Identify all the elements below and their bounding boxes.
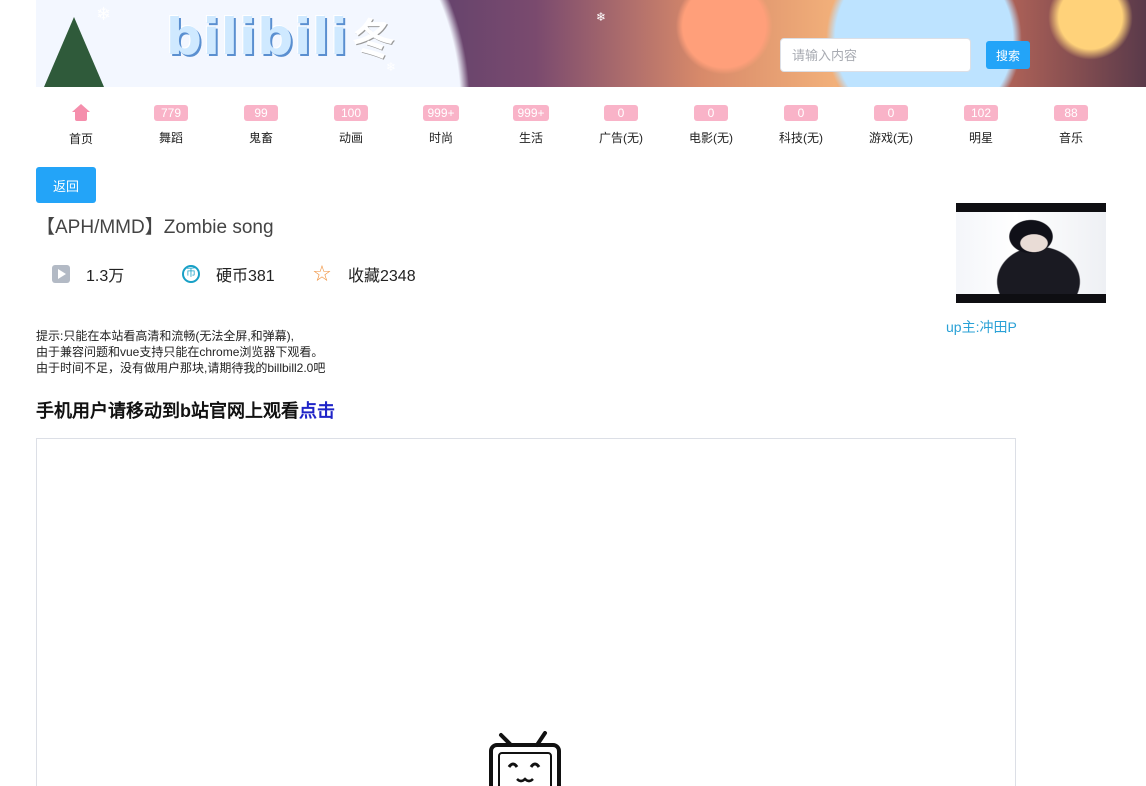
count-badge: 102: [964, 105, 998, 121]
play-count-stat: 1.3万: [52, 262, 162, 286]
nav-item-tech[interactable]: 0 科技(无): [756, 100, 846, 150]
count-badge: 779: [154, 105, 188, 121]
snowflake-icon: ❄: [96, 4, 112, 24]
bilibili-tv-icon: [489, 731, 561, 786]
nav-item-movie[interactable]: 0 电影(无): [666, 100, 756, 150]
search-button[interactable]: 搜索: [986, 41, 1030, 69]
mobile-hint-text: 手机用户请移动到b站官网上观看: [36, 401, 299, 421]
header-banner: ❄ ❄ ❄ bilibili冬 搜索: [36, 0, 1146, 87]
nav-item-kichiku[interactable]: 99 鬼畜: [216, 100, 306, 150]
nav-item-dance[interactable]: 779 舞蹈: [126, 100, 216, 150]
nav-item-ads[interactable]: 0 广告(无): [576, 100, 666, 150]
favorite-count: 收藏2348: [348, 268, 416, 285]
count-badge: 0: [604, 105, 638, 121]
tips-text: 提示:只能在本站看高清和流畅(无法全屏,和弹幕), 由于兼容问题和vue支持只能…: [36, 328, 325, 376]
mobile-hint-link[interactable]: 点击: [299, 401, 335, 421]
count-badge: 0: [694, 105, 728, 121]
nav-label: 生活: [518, 131, 543, 145]
favorite-stat: ☆ 收藏2348: [312, 261, 416, 286]
video-title: 【APH/MMD】Zombie song: [36, 217, 274, 238]
logo-suffix: 冬: [352, 15, 396, 64]
nav-label: 鬼畜: [248, 131, 273, 145]
category-nav: 首页 779 舞蹈 99 鬼畜 100 动画 999+ 时尚 999+ 生活 0…: [36, 100, 1116, 150]
search-input[interactable]: [780, 38, 971, 72]
home-icon: [71, 104, 91, 122]
bilibili-logo[interactable]: bilibili冬: [166, 6, 395, 67]
coin-icon: 币: [182, 265, 200, 283]
snowflake-icon: ❄: [596, 10, 607, 24]
nav-item-animation[interactable]: 100 动画: [306, 100, 396, 150]
nav-label: 科技(无): [779, 131, 823, 145]
logo-text: bilibili: [166, 8, 349, 66]
video-stats: 1.3万 币 硬币381 ☆ 收藏2348: [52, 262, 416, 286]
nav-label: 广告(无): [599, 131, 643, 145]
search-bar: 搜索: [780, 38, 1030, 72]
video-thumbnail[interactable]: [956, 203, 1106, 303]
back-button[interactable]: 返回: [36, 167, 96, 203]
nav-label: 游戏(无): [869, 131, 913, 145]
nav-item-game[interactable]: 0 游戏(无): [846, 100, 936, 150]
thumbnail-image: [956, 212, 1106, 294]
tip-line: 提示:只能在本站看高清和流畅(无法全屏,和弹幕),: [36, 329, 294, 343]
nav-label: 音乐: [1058, 131, 1083, 145]
nav-label: 电影(无): [689, 131, 733, 145]
nav-label: 明星: [968, 131, 993, 145]
nav-label: 动画: [338, 131, 363, 145]
nav-label: 首页: [68, 132, 93, 146]
mobile-hint: 手机用户请移动到b站官网上观看点击: [36, 397, 335, 423]
count-badge: 88: [1054, 105, 1088, 121]
count-badge: 0: [784, 105, 818, 121]
play-count: 1.3万: [86, 268, 125, 285]
star-icon: ☆: [312, 261, 332, 286]
play-icon: [52, 265, 70, 283]
nav-item-home[interactable]: 首页: [36, 100, 126, 150]
count-badge: 99: [244, 105, 278, 121]
banner-tree-decoration: [44, 17, 104, 87]
nav-item-star[interactable]: 102 明星: [936, 100, 1026, 150]
coin-stat: 币 硬币381: [182, 262, 312, 286]
count-badge: 0: [874, 105, 908, 121]
count-badge: 999+: [513, 105, 549, 121]
count-badge: 100: [334, 105, 368, 121]
nav-label: 时尚: [428, 131, 453, 145]
nav-item-fashion[interactable]: 999+ 时尚: [396, 100, 486, 150]
nav-label: 舞蹈: [158, 131, 183, 145]
video-player[interactable]: [36, 438, 1016, 786]
nav-item-music[interactable]: 88 音乐: [1026, 100, 1116, 150]
count-badge: 999+: [423, 105, 459, 121]
coin-count: 硬币381: [216, 268, 275, 285]
tip-line: 由于兼容问题和vue支持只能在chrome浏览器下观看。: [36, 345, 324, 359]
nav-item-life[interactable]: 999+ 生活: [486, 100, 576, 150]
uploader-link[interactable]: up主:冲田P: [946, 317, 1017, 337]
tip-line: 由于时间不足，没有做用户那块,请期待我的billbill2.0吧: [36, 361, 326, 375]
